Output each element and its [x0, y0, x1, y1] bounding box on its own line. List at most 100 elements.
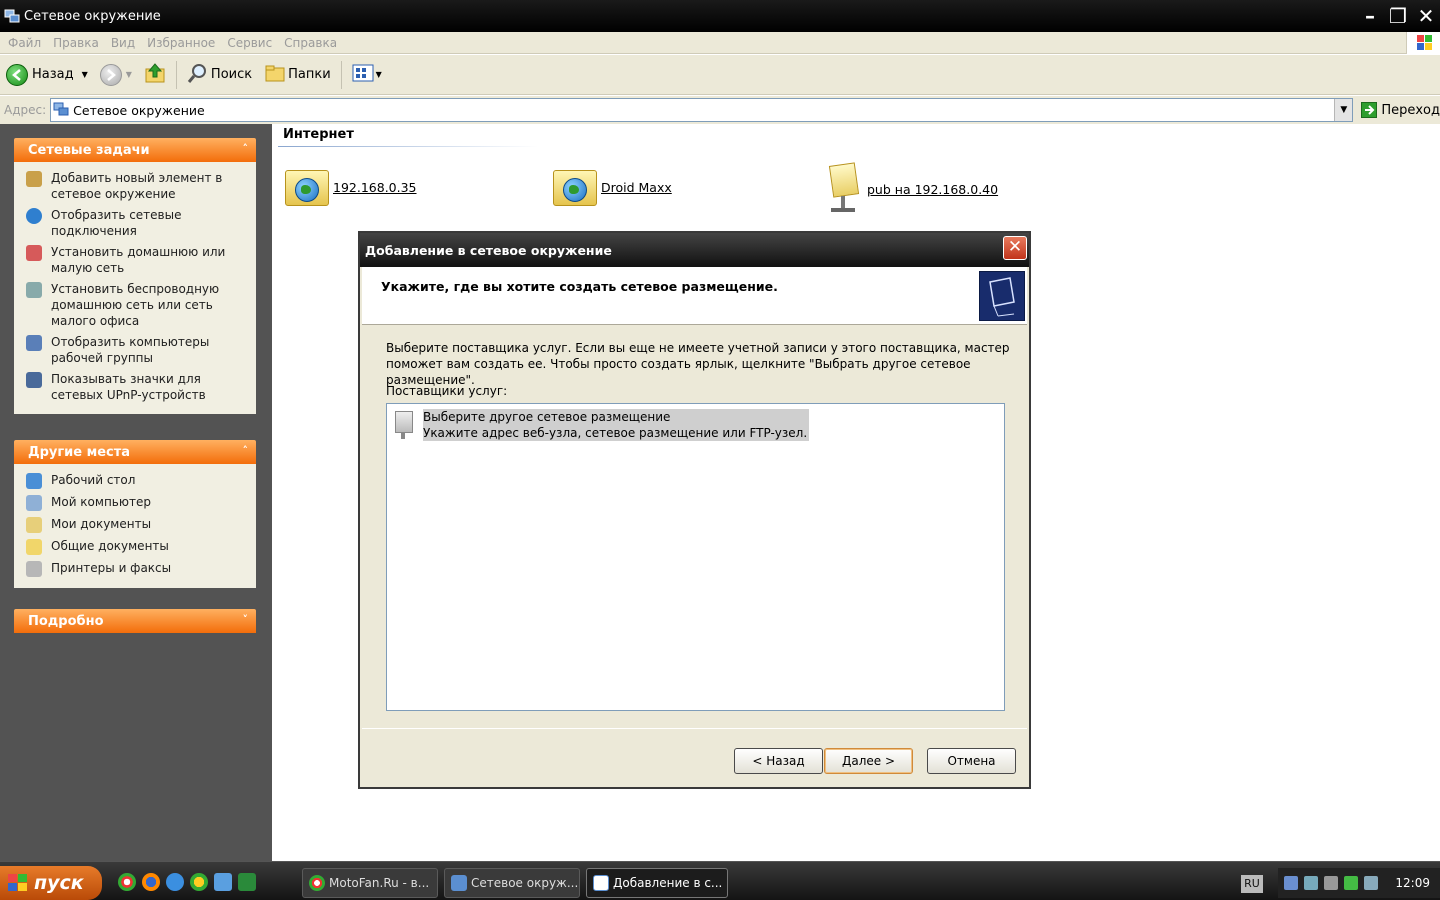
- menu-edit[interactable]: Правка: [47, 36, 105, 50]
- app-icon[interactable]: [190, 873, 208, 891]
- providers-label: Поставщики услуг:: [386, 384, 508, 398]
- back-arrow-icon: [6, 63, 28, 86]
- toolbar-separator: [340, 60, 342, 89]
- other-places-title: Другие места: [28, 444, 131, 460]
- minimize-button[interactable]: –: [1356, 2, 1384, 30]
- close-button[interactable]: ✕: [1412, 2, 1440, 30]
- up-button[interactable]: [138, 60, 172, 90]
- start-button[interactable]: пуск: [0, 866, 102, 900]
- back-dropdown-icon[interactable]: ▼: [82, 70, 88, 79]
- back-label: Назад: [32, 67, 74, 82]
- clock: 12:09: [1395, 876, 1430, 890]
- task-setup-wireless[interactable]: Установить беспроводную домашнюю сеть ил…: [26, 281, 246, 329]
- desktop-icon[interactable]: [214, 873, 232, 891]
- views-button[interactable]: ▼: [346, 60, 388, 90]
- taskbar-item-network-places[interactable]: Сетевое окруж...: [444, 868, 580, 898]
- menu-favorites[interactable]: Избранное: [141, 36, 221, 50]
- workgroup-icon: [26, 335, 42, 351]
- dialog-description: Выберите поставщика услуг. Если вы еще н…: [386, 341, 1010, 387]
- network-places-icon: [4, 8, 20, 24]
- address-input[interactable]: Сетевое окружение ▼: [50, 98, 1354, 122]
- web-folder-icon: [553, 164, 597, 210]
- go-label: Переход: [1381, 102, 1440, 118]
- other-places-header[interactable]: Другие места ˄: [14, 440, 256, 464]
- dialog-heading: Укажите, где вы хотите создать сетевое р…: [381, 279, 778, 294]
- tools-tray-icon[interactable]: [1324, 876, 1338, 890]
- details-header[interactable]: Подробно ˅: [14, 609, 256, 633]
- search-button[interactable]: Поиск: [181, 60, 258, 90]
- place-desktop[interactable]: Рабочий стол: [26, 472, 246, 489]
- maximize-button[interactable]: ❐: [1384, 2, 1412, 30]
- network-place-icon: [393, 409, 417, 441]
- wizard-network-icon: [979, 271, 1025, 321]
- menu-file[interactable]: Файл: [0, 36, 47, 50]
- folders-button[interactable]: Папки: [258, 60, 337, 90]
- expand-icon[interactable]: ˅: [243, 613, 249, 626]
- ie-icon[interactable]: [166, 873, 184, 891]
- windows-logo-icon: [1406, 32, 1440, 54]
- net-item-label: Droid Maxx: [601, 179, 672, 195]
- place-label: Принтеры и факсы: [51, 561, 172, 575]
- back-button-dialog[interactable]: < Назад: [734, 748, 823, 774]
- net-item-droid-maxx[interactable]: Droid Maxx: [553, 164, 672, 210]
- system-tray: 12:09: [1278, 868, 1440, 898]
- task-view-workgroup[interactable]: Отобразить компьютеры рабочей группы: [26, 334, 246, 366]
- shared-folder-icon: [26, 539, 42, 555]
- network-tasks-header[interactable]: Сетевые задачи ˄: [14, 138, 256, 162]
- search-label: Поиск: [210, 67, 253, 82]
- net-item-pub[interactable]: pub на 192.168.0.40: [827, 162, 998, 214]
- place-shared-documents[interactable]: Общие документы: [26, 538, 246, 555]
- home-network-icon: [26, 245, 42, 261]
- menu-bar: Файл Правка Вид Избранное Сервис Справка: [0, 32, 1440, 54]
- forward-arrow-icon: [99, 63, 122, 86]
- firefox-icon[interactable]: [142, 873, 160, 891]
- collapse-icon[interactable]: ˄: [243, 142, 249, 155]
- menu-view[interactable]: Вид: [105, 36, 141, 50]
- details-box: Подробно ˅: [14, 609, 256, 633]
- forward-dropdown-icon[interactable]: ▼: [126, 70, 132, 79]
- back-button[interactable]: Назад ▼: [0, 60, 94, 90]
- task-view-connections[interactable]: Отобразить сетевые подключения: [26, 207, 246, 239]
- taskbar-item-add-network-place[interactable]: Добавление в с...: [586, 868, 728, 898]
- add-place-icon: [26, 171, 42, 187]
- taskbar: пуск MotoFan.Ru - в... Сетевое окруж... …: [0, 861, 1440, 900]
- task-setup-home-network[interactable]: Установить домашнюю или малую сеть: [26, 244, 246, 276]
- provider-title: Выберите другое сетевое размещение: [423, 410, 671, 424]
- place-my-documents[interactable]: Мои документы: [26, 516, 246, 533]
- next-button[interactable]: Далее >: [824, 748, 913, 774]
- taskbar-item-motofan[interactable]: MotoFan.Ru - в...: [302, 868, 438, 898]
- language-indicator[interactable]: RU: [1241, 875, 1263, 893]
- network-tray-icon[interactable]: [1284, 876, 1298, 890]
- bluetooth-tray-icon[interactable]: [1304, 876, 1318, 890]
- cancel-button[interactable]: Отмена: [927, 748, 1016, 774]
- address-value: Сетевое окружение: [73, 102, 205, 118]
- net-item-label: 192.168.0.35: [333, 179, 417, 195]
- forward-button[interactable]: ▼: [94, 60, 138, 90]
- battery-tray-icon[interactable]: [1344, 876, 1358, 890]
- place-label: Рабочий стол: [51, 473, 136, 487]
- dialog-close-button[interactable]: ✕: [1003, 236, 1027, 260]
- folders-icon: [264, 62, 286, 88]
- connections-tray-icon[interactable]: [1364, 876, 1378, 890]
- address-label: Адрес:: [4, 103, 47, 117]
- excel-icon[interactable]: [238, 873, 256, 891]
- menu-help[interactable]: Справка: [278, 36, 343, 50]
- net-item-192-168-0-35[interactable]: 192.168.0.35: [285, 164, 417, 210]
- address-dropdown-button[interactable]: ▼: [1334, 99, 1353, 121]
- details-title: Подробно: [28, 613, 104, 629]
- task-show-upnp[interactable]: Показывать значки для сетевых UPnP-устро…: [26, 371, 246, 403]
- providers-list[interactable]: Выберите другое сетевое размещение Укажи…: [386, 403, 1005, 711]
- place-printers[interactable]: Принтеры и факсы: [26, 560, 246, 577]
- place-my-computer[interactable]: Мой компьютер: [26, 494, 246, 511]
- go-button[interactable]: Переход: [1361, 102, 1440, 118]
- desktop-icon: [26, 473, 42, 489]
- dialog-titlebar: Добавление в сетевое окружение ✕: [360, 233, 1029, 267]
- task-label: Добавить новый элемент в сетевое окружен…: [51, 171, 223, 201]
- chrome-icon[interactable]: [118, 873, 136, 891]
- provider-other-place[interactable]: Выберите другое сетевое размещение Укажи…: [393, 409, 810, 441]
- start-label: пуск: [34, 872, 84, 894]
- my-computer-icon: [26, 495, 42, 511]
- task-add-network-place[interactable]: Добавить новый элемент в сетевое окружен…: [26, 170, 246, 202]
- collapse-icon[interactable]: ˄: [243, 444, 249, 457]
- menu-tools[interactable]: Сервис: [221, 36, 278, 50]
